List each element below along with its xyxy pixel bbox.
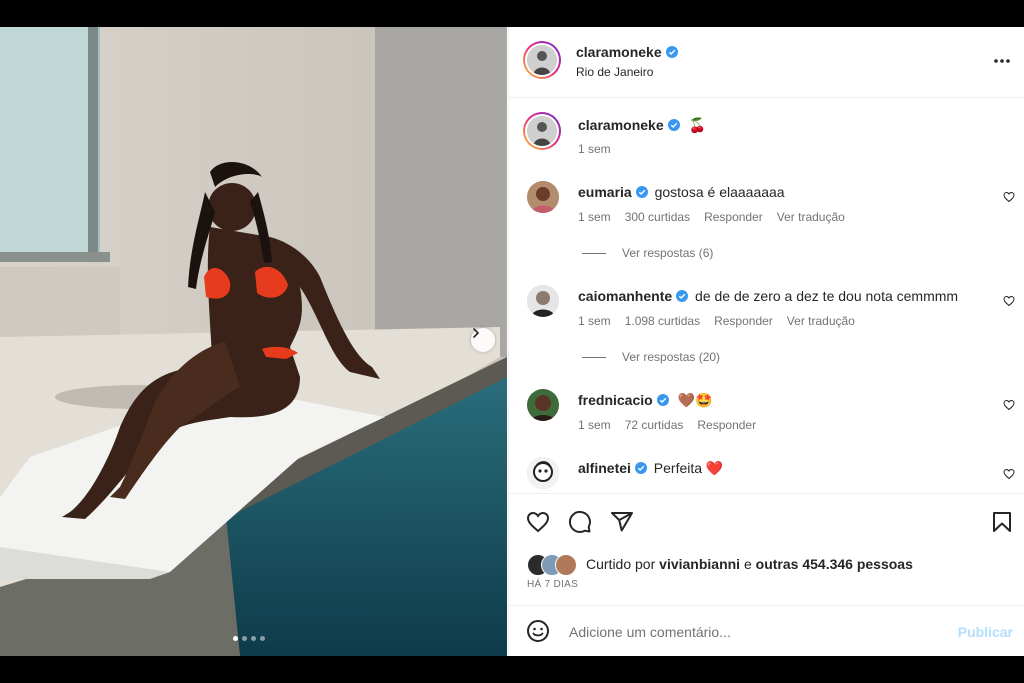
like-comment-button[interactable] — [1003, 467, 1015, 485]
caption-time[interactable]: 1 sem — [578, 142, 611, 156]
post-modal: claramoneke Rio de Janeiro claramoneke 🍒 — [0, 27, 1024, 656]
caption-author-avatar[interactable] — [523, 112, 561, 150]
likes-user-link[interactable]: vivianbianni — [659, 556, 740, 572]
caption-text: 🍒 — [688, 117, 706, 133]
caption-username[interactable]: claramoneke — [578, 117, 664, 133]
comment-time[interactable]: 1 sem — [578, 418, 611, 432]
share-button[interactable] — [610, 510, 634, 539]
post-header: claramoneke Rio de Janeiro — [509, 27, 1024, 98]
comment-meta: 1 sem 1.098 curtidas Responder Ver tradução — [578, 314, 869, 328]
reply-button[interactable]: Responder — [714, 314, 773, 328]
comment-likes[interactable]: 1.098 curtidas — [625, 314, 700, 328]
comment-text: de de de zero a dez te dou nota cemmmm — [695, 288, 959, 304]
like-comment-button[interactable] — [1003, 398, 1015, 416]
comment-avatar[interactable] — [527, 285, 559, 317]
verified-badge-icon — [656, 394, 669, 406]
share-icon — [611, 512, 633, 532]
comment-text: 🤎🤩 — [677, 392, 713, 408]
comment: alfinetei Perfeita ❤️ — [578, 460, 723, 477]
comment-button[interactable] — [568, 510, 592, 539]
comment-meta: 1 sem 300 curtidas Responder Ver tradução — [578, 210, 859, 224]
emoji-icon — [527, 620, 549, 642]
more-options-button[interactable] — [993, 51, 1011, 69]
comment-meta: 1 sem 72 curtidas Responder — [578, 418, 770, 432]
post-actions: Curtido por vivianbianni e outras 454.34… — [509, 493, 1024, 606]
save-button[interactable] — [990, 510, 1014, 539]
verified-badge-icon — [667, 119, 680, 131]
likes-middle: e — [740, 556, 756, 572]
heart-icon — [1003, 295, 1015, 307]
comment-username[interactable]: frednicacio — [578, 392, 653, 408]
verified-badge-icon — [665, 46, 678, 58]
view-replies-button[interactable]: Ver respostas (20) — [582, 350, 720, 364]
like-button[interactable] — [526, 510, 550, 539]
comment-username[interactable]: eumaria — [578, 184, 632, 200]
post-date[interactable]: HÁ 7 DIAS — [527, 579, 578, 590]
verified-badge-icon — [635, 186, 648, 198]
comments-list[interactable]: claramoneke 🍒 1 sem eumaria gostosa é el… — [509, 98, 1024, 493]
comment-text: gostosa é elaaaaaaa — [654, 184, 785, 200]
next-photo-button[interactable] — [471, 328, 495, 352]
ellipsis-icon — [994, 59, 1010, 63]
comment-icon — [568, 510, 591, 533]
heart-icon — [1003, 191, 1015, 203]
comment: eumaria gostosa é elaaaaaaa — [578, 184, 785, 200]
likes-prefix: Curtido por — [586, 556, 660, 572]
bookmark-icon — [993, 512, 1011, 532]
translate-button[interactable]: Ver tradução — [777, 210, 845, 224]
post-photo[interactable] — [0, 27, 507, 656]
view-replies-label: Ver respostas (6) — [622, 246, 714, 260]
heart-icon — [1003, 468, 1015, 480]
likes-others-link[interactable]: outras 454.346 pessoas — [756, 556, 913, 572]
comment-username[interactable]: alfinetei — [578, 460, 631, 476]
verified-badge-icon — [634, 462, 647, 474]
comment-username[interactable]: caiomanhente — [578, 288, 672, 304]
add-comment-bar: Publicar — [509, 605, 1024, 657]
author-avatar[interactable] — [523, 41, 561, 79]
emoji-button[interactable] — [526, 619, 550, 648]
comment-time[interactable]: 1 sem — [578, 314, 611, 328]
like-comment-button[interactable] — [1003, 294, 1015, 312]
carousel-dot — [260, 636, 265, 641]
carousel-dot — [251, 636, 256, 641]
heart-icon — [1003, 399, 1015, 411]
post-side-panel: claramoneke Rio de Janeiro claramoneke 🍒 — [508, 27, 1024, 656]
like-comment-button[interactable] — [1003, 190, 1015, 208]
post-location[interactable]: Rio de Janeiro — [576, 65, 653, 79]
view-replies-label: Ver respostas (20) — [622, 350, 721, 364]
reply-button[interactable]: Responder — [704, 210, 763, 224]
chevron-right-icon — [473, 328, 480, 338]
comment-avatar[interactable] — [527, 181, 559, 213]
comment-text: Perfeita ❤️ — [653, 460, 724, 476]
comment-avatar[interactable] — [527, 457, 559, 489]
caption-meta: 1 sem — [578, 142, 625, 156]
translate-button[interactable]: Ver tradução — [787, 314, 855, 328]
carousel-dot — [233, 636, 238, 641]
liker-avatar — [555, 554, 577, 576]
carousel-dot — [242, 636, 247, 641]
photo-illustration — [0, 27, 507, 656]
caption: claramoneke 🍒 — [578, 117, 706, 134]
comment: frednicacio 🤎🤩 — [578, 392, 712, 409]
likes-summary: Curtido por vivianbianni e outras 454.34… — [586, 556, 913, 572]
comment-avatar[interactable] — [527, 389, 559, 421]
reply-button[interactable]: Responder — [697, 418, 756, 432]
liked-by-avatars[interactable] — [527, 554, 585, 576]
verified-badge-icon — [676, 290, 689, 302]
comment-time[interactable]: 1 sem — [578, 210, 611, 224]
view-replies-button[interactable]: Ver respostas (6) — [582, 246, 713, 260]
comment-likes[interactable]: 72 curtidas — [625, 418, 684, 432]
author-username[interactable]: claramoneke — [576, 44, 662, 60]
comment-likes[interactable]: 300 curtidas — [625, 210, 690, 224]
comment-input[interactable] — [567, 621, 931, 643]
carousel-dots — [233, 636, 265, 641]
publish-button[interactable]: Publicar — [958, 624, 1013, 640]
comment: caiomanhente de de de zero a dez te dou … — [578, 288, 958, 304]
heart-icon — [526, 511, 550, 533]
